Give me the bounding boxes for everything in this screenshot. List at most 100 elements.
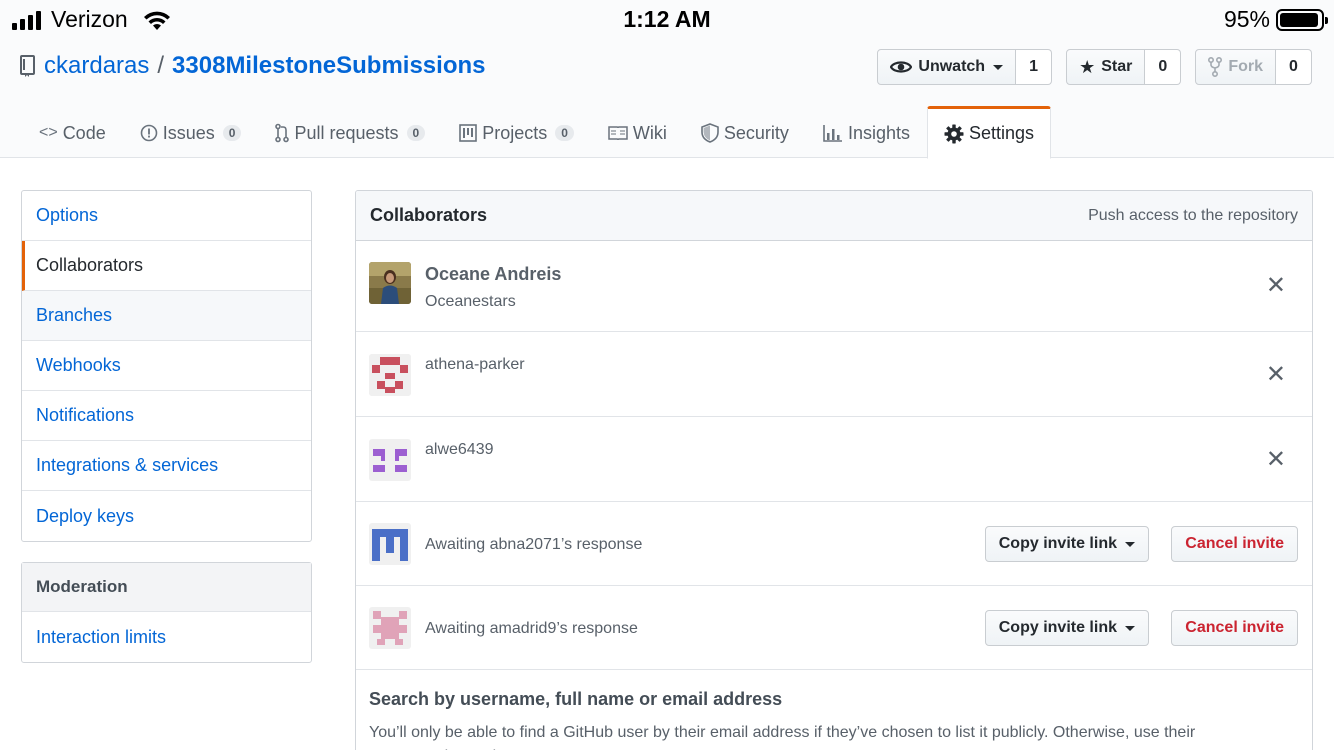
cancel-invite-button[interactable]: Cancel invite (1171, 610, 1298, 646)
tab-label: Security (723, 122, 789, 143)
watchers-count[interactable]: 1 (1016, 49, 1053, 85)
settings-menu: Options Collaborators Branches Webhooks … (21, 190, 312, 542)
collaborator-login[interactable]: Oceanestars (425, 293, 516, 311)
pull-request-icon (275, 123, 290, 143)
tab-wiki[interactable]: Wiki (591, 106, 684, 158)
fork-button[interactable]: Fork (1195, 49, 1276, 85)
tab-label: Wiki (632, 122, 667, 143)
shield-icon (701, 123, 719, 143)
search-heading: Search by username, full name or email a… (369, 689, 783, 709)
collaborators-header: Collaborators Push access to the reposit… (356, 191, 1312, 241)
repo-name-link[interactable]: 3308MilestoneSubmissions (172, 52, 485, 80)
avatar (369, 523, 411, 565)
repo-owner-link[interactable]: ckardaras (44, 52, 149, 80)
pending-invite-text: Awaiting abna2071’s response (425, 536, 643, 553)
projects-counter: 0 (555, 125, 574, 141)
moderation-heading: Moderation (22, 563, 311, 612)
sidebar-item-options[interactable]: Options (22, 191, 311, 241)
repo-separator: / (157, 52, 165, 79)
star-group: ★ Star 0 (1066, 49, 1182, 85)
fork-icon (1208, 57, 1223, 77)
star-label: Star (1101, 58, 1133, 75)
tab-insights[interactable]: Insights (806, 106, 927, 158)
tab-label: Settings (968, 123, 1035, 143)
collaborators-title: Collaborators (370, 205, 488, 225)
star-button[interactable]: ★ Star (1066, 49, 1146, 85)
forks-count[interactable]: 0 (1276, 49, 1312, 85)
project-icon (459, 124, 477, 142)
watch-group: Unwatch 1 (877, 49, 1053, 85)
tab-projects[interactable]: Projects 0 (442, 106, 591, 158)
copy-invite-link-button[interactable]: Copy invite link (984, 610, 1149, 646)
star-icon: ★ (1079, 56, 1096, 77)
pending-invite-text: Awaiting amadrid9’s response (425, 620, 638, 637)
chevron-down-icon (1125, 541, 1135, 547)
copy-invite-label: Copy invite link (998, 535, 1117, 552)
tab-label: Issues (162, 122, 215, 143)
avatar (369, 607, 411, 649)
code-icon: <> (39, 124, 58, 141)
tab-label: Pull requests (294, 122, 399, 143)
tab-security[interactable]: Security (684, 106, 806, 158)
repo-icon (20, 55, 35, 77)
sidebar-item-deploy-keys[interactable]: Deploy keys (22, 491, 311, 541)
gear-icon (944, 124, 964, 143)
collaborators-panel: Collaborators Push access to the reposit… (355, 190, 1313, 750)
tab-settings[interactable]: Settings (926, 106, 1052, 159)
chevron-down-icon (1125, 625, 1135, 631)
tab-pull-requests[interactable]: Pull requests 0 (258, 106, 442, 158)
issues-counter: 0 (222, 125, 242, 141)
tab-issues[interactable]: Issues 0 (123, 106, 259, 158)
collaborator-row: Oceane Andreis Oceanestars ✕ (356, 241, 1312, 332)
clock: 1:12 AM (623, 6, 711, 32)
sidebar-item-notifications[interactable]: Notifications (22, 391, 311, 441)
chevron-down-icon (993, 64, 1004, 70)
issue-icon (140, 124, 158, 142)
remove-collaborator-icon[interactable]: ✕ (1266, 363, 1286, 387)
collaborator-row: alwe6439 ✕ (356, 417, 1312, 502)
sidebar-item-webhooks[interactable]: Webhooks (22, 341, 311, 391)
sidebar-item-interaction-limits[interactable]: Interaction limits (22, 612, 311, 662)
collaborator-login[interactable]: athena-parker (425, 356, 525, 374)
tab-code[interactable]: <> Code (22, 106, 123, 158)
avatar[interactable] (369, 439, 411, 481)
unwatch-button[interactable]: Unwatch (877, 49, 1017, 85)
remove-collaborator-icon[interactable]: ✕ (1266, 448, 1286, 472)
add-collaborator-section: Search by username, full name or email a… (356, 669, 1312, 750)
repo-header: ckardaras / 3308MilestoneSubmissions Unw… (0, 40, 1334, 159)
graph-icon (823, 125, 842, 142)
remove-collaborator-icon[interactable]: ✕ (1266, 274, 1286, 298)
tab-label: Insights (847, 122, 910, 143)
status-bar: Verizon 1:12 AM 95% (0, 0, 1334, 40)
sidebar-item-branches[interactable]: Branches (22, 291, 311, 341)
eye-icon (890, 61, 913, 73)
book-icon (608, 126, 628, 141)
collaborators-note: Push access to the repository (1088, 206, 1298, 224)
collaborator-name[interactable]: Oceane Andreis (425, 264, 561, 285)
copy-invite-label: Copy invite link (998, 619, 1117, 636)
avatar[interactable] (369, 262, 411, 304)
repo-title: ckardaras / 3308MilestoneSubmissions (20, 52, 486, 80)
collaborator-login[interactable]: alwe6439 (425, 441, 494, 459)
battery-icon (1276, 8, 1328, 31)
sidebar-item-collaborators[interactable]: Collaborators (22, 241, 311, 291)
battery-percent: 95% (1223, 6, 1270, 32)
moderation-menu: Moderation Interaction limits (21, 562, 312, 663)
search-help-text: You’ll only be able to find a GitHub use… (369, 724, 1196, 750)
unwatch-label: Unwatch (918, 58, 986, 75)
fork-group: Fork 0 (1195, 49, 1312, 85)
sidebar-item-integrations[interactable]: Integrations & services (22, 441, 311, 491)
cancel-invite-button[interactable]: Cancel invite (1171, 526, 1298, 562)
tab-label: Code (62, 122, 106, 143)
copy-invite-link-button[interactable]: Copy invite link (984, 526, 1149, 562)
stars-count[interactable]: 0 (1145, 49, 1182, 85)
tab-label: Projects (482, 122, 548, 143)
pending-invite-row: Awaiting abna2071’s response Copy invite… (356, 502, 1312, 586)
repo-nav-tabs: <> Code Issues 0 Pull requests 0 Project… (22, 106, 1052, 159)
pull-requests-counter: 0 (406, 125, 426, 141)
fork-label: Fork (1228, 58, 1263, 75)
avatar[interactable] (369, 354, 411, 396)
pending-invite-row: Awaiting amadrid9’s response Copy invite… (356, 586, 1312, 670)
collaborator-row: athena-parker ✕ (356, 332, 1312, 417)
repo-actions: Unwatch 1 ★ Star 0 Fork 0 (877, 49, 1312, 85)
